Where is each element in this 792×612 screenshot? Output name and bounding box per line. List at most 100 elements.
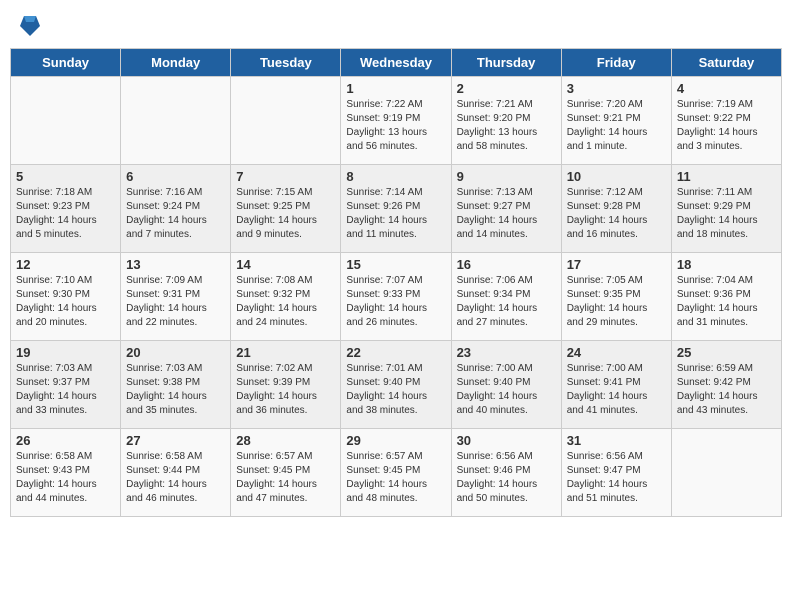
calendar-cell: [671, 429, 781, 517]
calendar-cell: 12 Sunrise: 7:10 AM Sunset: 9:30 PM Dayli…: [11, 253, 121, 341]
calendar-cell: 31 Sunrise: 6:56 AM Sunset: 9:47 PM Dayli…: [561, 429, 671, 517]
day-info: Sunrise: 6:58 AM Sunset: 9:43 PM Dayligh…: [16, 450, 115, 506]
day-info: Sunrise: 7:02 AM Sunset: 9:39 PM Dayligh…: [236, 362, 335, 418]
day-number: 15: [346, 257, 445, 272]
calendar-cell: 8 Sunrise: 7:14 AM Sunset: 9:26 PM Daylig…: [341, 165, 451, 253]
day-number: 13: [126, 257, 225, 272]
calendar-cell: 6Sunrise: 7:16 AM Sunset: 9:24 PM Daylig…: [121, 165, 231, 253]
day-number: 31: [567, 433, 666, 448]
day-info: Sunrise: 6:57 AM Sunset: 9:45 PM Dayligh…: [236, 450, 335, 506]
day-number: 11: [677, 169, 776, 184]
calendar-cell: 1 Sunrise: 7:22 AM Sunset: 9:19 PM Daylig…: [341, 77, 451, 165]
calendar-cell: 14 Sunrise: 7:08 AM Sunset: 9:32 PM Dayli…: [231, 253, 341, 341]
calendar-cell: [231, 77, 341, 165]
day-number: 19: [16, 345, 115, 360]
day-info: Sunrise: 7:09 AM Sunset: 9:31 PM Dayligh…: [126, 274, 225, 330]
day-info: Sunrise: 7:10 AM Sunset: 9:30 PM Dayligh…: [16, 274, 115, 330]
calendar-cell: 3Sunrise: 7:20 AM Sunset: 9:21 PM Daylig…: [561, 77, 671, 165]
day-number: 17: [567, 257, 666, 272]
calendar-cell: 13 Sunrise: 7:09 AM Sunset: 9:31 PM Dayli…: [121, 253, 231, 341]
day-info: Sunrise: 7:06 AM Sunset: 9:34 PM Dayligh…: [457, 274, 556, 330]
day-info: Sunrise: 7:07 AM Sunset: 9:33 PM Dayligh…: [346, 274, 445, 330]
day-number: 30: [457, 433, 556, 448]
calendar-week-row: 19 Sunrise: 7:03 AM Sunset: 9:37 PM Dayli…: [11, 341, 782, 429]
day-number: 27: [126, 433, 225, 448]
day-info: Sunrise: 7:00 AM Sunset: 9:41 PM Dayligh…: [567, 362, 666, 418]
day-info: Sunrise: 7:05 AM Sunset: 9:35 PM Dayligh…: [567, 274, 666, 330]
day-info: Sunrise: 7:12 AM Sunset: 9:28 PM Dayligh…: [567, 186, 666, 242]
calendar-cell: 10 Sunrise: 7:12 AM Sunset: 9:28 PM Dayli…: [561, 165, 671, 253]
day-number: 20: [126, 345, 225, 360]
calendar-cell: [121, 77, 231, 165]
day-info: Sunrise: 7:22 AM Sunset: 9:19 PM Dayligh…: [346, 98, 445, 154]
day-info: Sunrise: 7:03 AM Sunset: 9:37 PM Dayligh…: [16, 362, 115, 418]
calendar-cell: 16 Sunrise: 7:06 AM Sunset: 9:34 PM Dayli…: [451, 253, 561, 341]
calendar-header-row: SundayMondayTuesdayWednesdayThursdayFrid…: [11, 49, 782, 77]
day-number: 26: [16, 433, 115, 448]
day-number: 9: [457, 169, 556, 184]
calendar-cell: [11, 77, 121, 165]
day-number: 12: [16, 257, 115, 272]
calendar-cell: 20 Sunrise: 7:03 AM Sunset: 9:38 PM Dayli…: [121, 341, 231, 429]
day-info: Sunrise: 6:59 AM Sunset: 9:42 PM Dayligh…: [677, 362, 776, 418]
col-header-wednesday: Wednesday: [341, 49, 451, 77]
col-header-friday: Friday: [561, 49, 671, 77]
col-header-sunday: Sunday: [11, 49, 121, 77]
col-header-saturday: Saturday: [671, 49, 781, 77]
day-info: Sunrise: 7:01 AM Sunset: 9:40 PM Dayligh…: [346, 362, 445, 418]
day-info: Sunrise: 7:08 AM Sunset: 9:32 PM Dayligh…: [236, 274, 335, 330]
day-number: 14: [236, 257, 335, 272]
day-info: Sunrise: 6:57 AM Sunset: 9:45 PM Dayligh…: [346, 450, 445, 506]
day-info: Sunrise: 7:00 AM Sunset: 9:40 PM Dayligh…: [457, 362, 556, 418]
calendar-week-row: 5Sunrise: 7:18 AM Sunset: 9:23 PM Daylig…: [11, 165, 782, 253]
day-number: 25: [677, 345, 776, 360]
day-info: Sunrise: 7:19 AM Sunset: 9:22 PM Dayligh…: [677, 98, 776, 154]
day-info: Sunrise: 7:16 AM Sunset: 9:24 PM Dayligh…: [126, 186, 225, 242]
day-number: 8: [346, 169, 445, 184]
calendar-week-row: 26 Sunrise: 6:58 AM Sunset: 9:43 PM Dayli…: [11, 429, 782, 517]
day-number: 16: [457, 257, 556, 272]
day-number: 29: [346, 433, 445, 448]
day-info: Sunrise: 7:21 AM Sunset: 9:20 PM Dayligh…: [457, 98, 556, 154]
day-number: 2: [457, 81, 556, 96]
day-info: Sunrise: 7:03 AM Sunset: 9:38 PM Dayligh…: [126, 362, 225, 418]
day-info: Sunrise: 7:15 AM Sunset: 9:25 PM Dayligh…: [236, 186, 335, 242]
calendar-cell: 21Sunrise: 7:02 AM Sunset: 9:39 PM Dayli…: [231, 341, 341, 429]
logo-icon: [20, 14, 40, 38]
calendar-table: SundayMondayTuesdayWednesdayThursdayFrid…: [10, 48, 782, 517]
calendar-cell: 11 Sunrise: 7:11 AM Sunset: 9:29 PM Dayli…: [671, 165, 781, 253]
calendar-cell: 30 Sunrise: 6:56 AM Sunset: 9:46 PM Dayli…: [451, 429, 561, 517]
calendar-week-row: 12 Sunrise: 7:10 AM Sunset: 9:30 PM Dayli…: [11, 253, 782, 341]
day-info: Sunrise: 6:56 AM Sunset: 9:46 PM Dayligh…: [457, 450, 556, 506]
logo: [18, 14, 46, 38]
calendar-cell: 4 Sunrise: 7:19 AM Sunset: 9:22 PM Daylig…: [671, 77, 781, 165]
day-info: Sunrise: 7:14 AM Sunset: 9:26 PM Dayligh…: [346, 186, 445, 242]
day-number: 10: [567, 169, 666, 184]
calendar-cell: 23 Sunrise: 7:00 AM Sunset: 9:40 PM Dayli…: [451, 341, 561, 429]
calendar-cell: 9Sunrise: 7:13 AM Sunset: 9:27 PM Daylig…: [451, 165, 561, 253]
col-header-thursday: Thursday: [451, 49, 561, 77]
day-info: Sunrise: 6:56 AM Sunset: 9:47 PM Dayligh…: [567, 450, 666, 506]
day-info: Sunrise: 7:18 AM Sunset: 9:23 PM Dayligh…: [16, 186, 115, 242]
calendar-cell: 17 Sunrise: 7:05 AM Sunset: 9:35 PM Dayli…: [561, 253, 671, 341]
day-number: 4: [677, 81, 776, 96]
page-header: [10, 10, 782, 42]
day-number: 23: [457, 345, 556, 360]
day-number: 18: [677, 257, 776, 272]
calendar-cell: 24Sunrise: 7:00 AM Sunset: 9:41 PM Dayli…: [561, 341, 671, 429]
calendar-cell: 15 Sunrise: 7:07 AM Sunset: 9:33 PM Dayli…: [341, 253, 451, 341]
col-header-monday: Monday: [121, 49, 231, 77]
calendar-cell: 29 Sunrise: 6:57 AM Sunset: 9:45 PM Dayli…: [341, 429, 451, 517]
calendar-week-row: 1 Sunrise: 7:22 AM Sunset: 9:19 PM Daylig…: [11, 77, 782, 165]
calendar-cell: 18 Sunrise: 7:04 AM Sunset: 9:36 PM Dayli…: [671, 253, 781, 341]
day-number: 7: [236, 169, 335, 184]
day-number: 1: [346, 81, 445, 96]
day-info: Sunrise: 7:04 AM Sunset: 9:36 PM Dayligh…: [677, 274, 776, 330]
day-info: Sunrise: 7:20 AM Sunset: 9:21 PM Dayligh…: [567, 98, 666, 154]
day-number: 22: [346, 345, 445, 360]
day-number: 28: [236, 433, 335, 448]
calendar-cell: 5Sunrise: 7:18 AM Sunset: 9:23 PM Daylig…: [11, 165, 121, 253]
calendar-cell: 7 Sunrise: 7:15 AM Sunset: 9:25 PM Daylig…: [231, 165, 341, 253]
day-info: Sunrise: 7:11 AM Sunset: 9:29 PM Dayligh…: [677, 186, 776, 242]
calendar-cell: 28 Sunrise: 6:57 AM Sunset: 9:45 PM Dayli…: [231, 429, 341, 517]
